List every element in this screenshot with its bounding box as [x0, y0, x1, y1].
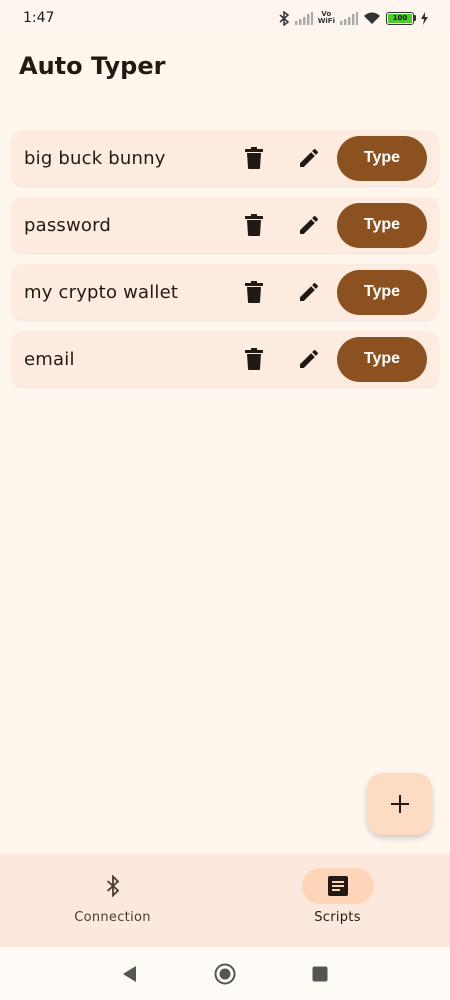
trash-icon [245, 348, 263, 370]
type-button[interactable]: Type [337, 202, 427, 248]
type-button[interactable]: Type [337, 269, 427, 315]
nav-label-scripts: Scripts [314, 910, 361, 925]
script-list: big buck bunny Type password Type my cry… [11, 130, 439, 387]
charging-icon [421, 11, 428, 25]
delete-script-button[interactable] [238, 276, 270, 308]
script-item: big buck bunny Type [11, 130, 439, 186]
nav-item-connection[interactable]: Connection [0, 854, 225, 947]
script-name: my crypto wallet [24, 281, 179, 303]
home-circle-icon [214, 963, 236, 984]
edit-script-button[interactable] [293, 209, 325, 241]
pencil-icon [300, 349, 319, 368]
cell-signal-icon [294, 11, 313, 25]
trash-icon [245, 147, 263, 169]
edit-script-button[interactable] [293, 343, 325, 375]
edit-script-button[interactable] [293, 142, 325, 174]
home-button[interactable] [214, 963, 236, 985]
pencil-icon [300, 282, 319, 301]
type-button[interactable]: Type [337, 336, 427, 382]
wifi-icon [363, 11, 381, 25]
vowifi-bottom-text: WiFi [317, 17, 335, 25]
pencil-icon [300, 215, 319, 234]
trash-icon [245, 281, 263, 303]
script-name: password [24, 214, 112, 236]
nav-item-scripts[interactable]: Scripts [225, 854, 450, 947]
script-name: email [24, 348, 75, 370]
delete-script-button[interactable] [238, 209, 270, 241]
system-nav-bar [0, 947, 450, 1000]
plus-icon [390, 795, 409, 813]
notes-icon [327, 876, 348, 896]
script-item: password Type [11, 197, 439, 253]
type-button[interactable]: Type [337, 135, 427, 181]
battery-icon: 100 [386, 11, 416, 25]
recents-square-icon [312, 966, 328, 981]
back-button[interactable] [122, 965, 138, 983]
status-time: 1:47 [23, 10, 55, 26]
script-item: email Type [11, 331, 439, 387]
bottom-nav: Connection Scripts [0, 854, 450, 947]
delete-script-button[interactable] [238, 142, 270, 174]
script-name: big buck bunny [24, 147, 166, 169]
recents-button[interactable] [312, 966, 328, 982]
delete-script-button[interactable] [238, 343, 270, 375]
pencil-icon [300, 148, 319, 167]
script-item: my crypto wallet Type [11, 264, 439, 320]
nav-label-connection: Connection [74, 910, 151, 925]
page-title: Auto Typer [19, 52, 166, 80]
battery-level: 100 [388, 13, 412, 23]
vowifi-icon: Vo WiFi [318, 11, 335, 25]
bluetooth-status-icon [279, 10, 290, 26]
trash-icon [245, 214, 263, 236]
cell-signal-2-icon [340, 11, 358, 25]
edit-script-button[interactable] [293, 276, 325, 308]
status-bar: 1:47 Vo WiFi 100 [0, 0, 450, 36]
add-script-button[interactable] [367, 773, 432, 835]
back-triangle-icon [123, 965, 136, 982]
status-icons: Vo WiFi 100 [279, 10, 428, 26]
bluetooth-icon [106, 875, 119, 897]
